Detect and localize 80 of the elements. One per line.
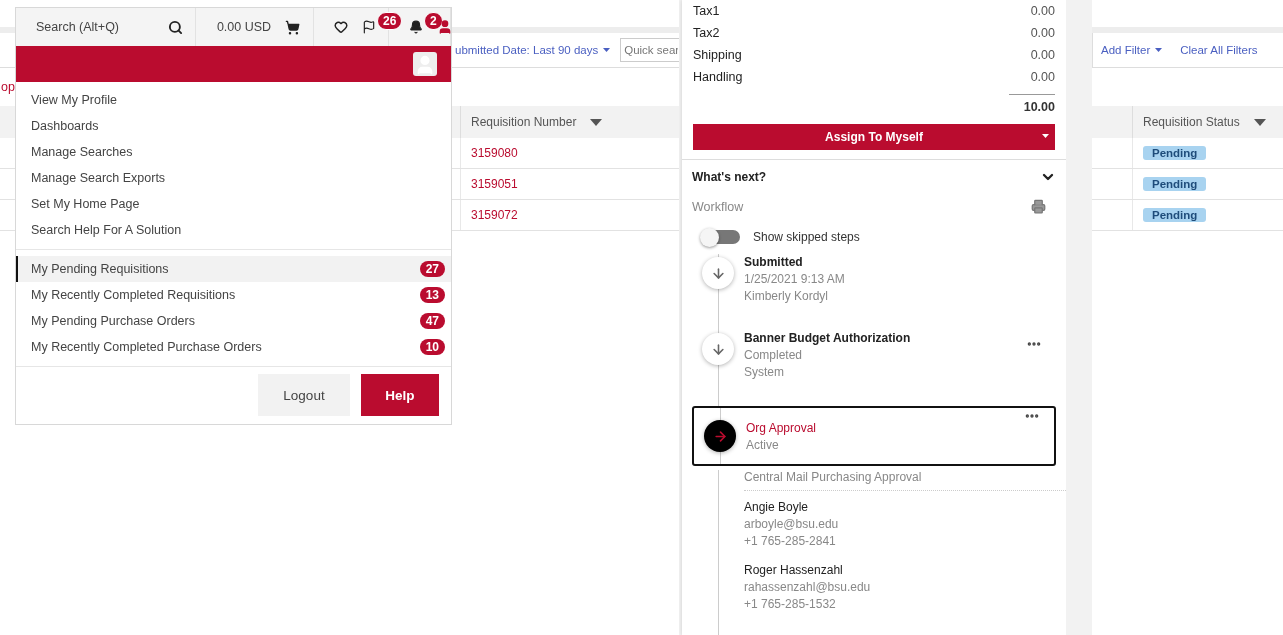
summary-label: Tax2 bbox=[693, 26, 720, 40]
whats-next-header[interactable]: What's next? bbox=[682, 159, 1066, 191]
menu-item-label: My Pending Requisitions bbox=[31, 262, 169, 276]
menu-item-label: My Pending Purchase Orders bbox=[31, 314, 195, 328]
requisition-link[interactable]: 3159051 bbox=[471, 177, 518, 191]
step-title: Submitted bbox=[744, 255, 804, 269]
flag-icon[interactable] bbox=[362, 20, 376, 34]
avatar-icon bbox=[413, 52, 437, 76]
menu-item[interactable]: Set My Home Page bbox=[16, 191, 451, 217]
logout-button[interactable]: Logout bbox=[258, 374, 350, 416]
menu-item[interactable]: Search Help For A Solution bbox=[16, 217, 451, 243]
status-tag: Pending bbox=[1143, 177, 1207, 191]
link-text[interactable]: op bbox=[1, 80, 15, 94]
bell-icon[interactable] bbox=[409, 20, 423, 34]
approver-name: Angie Boyle bbox=[744, 500, 810, 514]
approver-email: rahassenzahl@bsu.edu bbox=[744, 580, 872, 594]
menu-item[interactable]: Manage Searches bbox=[16, 139, 451, 165]
menu-item[interactable]: My Recently Completed Requisitions 13 bbox=[16, 282, 451, 308]
count-badge: 10 bbox=[419, 339, 445, 355]
caret-icon bbox=[1155, 48, 1163, 52]
summary-label: Tax1 bbox=[693, 4, 720, 18]
heart-icon[interactable] bbox=[334, 20, 348, 34]
cart-total[interactable]: 0.00 USD bbox=[216, 20, 272, 34]
step-detail: 1/25/2021 9:13 AM bbox=[744, 272, 846, 286]
quick-search-field[interactable]: Quick sear bbox=[620, 38, 679, 62]
count-badge: 47 bbox=[419, 313, 445, 329]
menu-item[interactable]: Manage Search Exports bbox=[16, 165, 451, 191]
user-icon[interactable] bbox=[437, 19, 451, 35]
caret-icon bbox=[603, 48, 611, 52]
skipped-steps-toggle[interactable] bbox=[702, 230, 740, 244]
add-filter-dropdown[interactable]: Add Filter bbox=[1101, 44, 1163, 56]
summary-label: Shipping bbox=[693, 48, 742, 62]
menu-item[interactable]: My Pending Requisitions 27 bbox=[16, 256, 451, 282]
menu-item-label: My Recently Completed Requisitions bbox=[31, 288, 236, 302]
date-filter-dropdown[interactable]: ubmitted Date: Last 90 days bbox=[455, 44, 611, 56]
count-badge: 13 bbox=[419, 287, 445, 303]
step-detail: Kimberly Kordyl bbox=[744, 289, 830, 303]
step-detail: Active bbox=[746, 437, 780, 452]
arrow-down-icon bbox=[702, 333, 734, 365]
status-tag: Pending bbox=[1143, 146, 1207, 160]
help-button[interactable]: Help bbox=[361, 374, 439, 416]
print-icon[interactable] bbox=[1031, 199, 1046, 214]
sort-caret-icon bbox=[1253, 118, 1266, 126]
caret-icon[interactable] bbox=[1042, 134, 1049, 138]
notification-badge: 26 bbox=[377, 12, 403, 30]
workflow-label: Workflow bbox=[692, 199, 744, 214]
step-title: Org Approval bbox=[746, 420, 818, 435]
clear-filters-link[interactable]: Clear All Filters bbox=[1180, 44, 1258, 56]
summary-value: 0.00 bbox=[1030, 48, 1055, 62]
search-icon[interactable] bbox=[168, 19, 183, 35]
menu-item-label: My Recently Completed Purchase Orders bbox=[31, 340, 262, 354]
summary-value: 0.00 bbox=[1030, 70, 1055, 84]
approver-name: Roger Hassenzahl bbox=[744, 563, 844, 577]
approver-phone: +1 765-285-1532 bbox=[744, 597, 837, 611]
menu-item[interactable]: View My Profile bbox=[16, 87, 451, 113]
approver-email: arboyle@bsu.edu bbox=[744, 517, 840, 531]
menu-item[interactable]: My Recently Completed Purchase Orders 10 bbox=[16, 334, 451, 360]
arrow-right-icon bbox=[704, 420, 736, 452]
summary-label: Handling bbox=[693, 70, 743, 84]
summary-value: 0.00 bbox=[1030, 26, 1055, 40]
notification-badge: 2 bbox=[424, 12, 443, 30]
requisition-link[interactable]: 3159080 bbox=[471, 146, 518, 160]
search-label[interactable]: Search (Alt+Q) bbox=[36, 20, 119, 34]
section-title: What's next? bbox=[692, 170, 767, 184]
arrow-down-icon bbox=[702, 257, 734, 289]
menu-item[interactable]: Dashboards bbox=[16, 113, 451, 139]
toggle-label: Show skipped steps bbox=[753, 230, 860, 244]
total-value: 10.00 bbox=[1009, 94, 1055, 114]
sort-caret-icon bbox=[590, 118, 603, 126]
summary-value: 0.00 bbox=[1030, 4, 1055, 18]
status-tag: Pending bbox=[1143, 208, 1207, 222]
count-badge: 27 bbox=[419, 261, 445, 277]
menu-item[interactable]: My Pending Purchase Orders 47 bbox=[16, 308, 451, 334]
step-detail: Completed bbox=[744, 348, 804, 362]
approver-phone: +1 765-285-2841 bbox=[744, 534, 837, 548]
step-detail: System bbox=[744, 365, 785, 379]
step-title: Banner Budget Authorization bbox=[744, 331, 912, 345]
cart-icon[interactable] bbox=[285, 19, 301, 35]
requisition-link[interactable]: 3159072 bbox=[471, 208, 518, 222]
assign-button[interactable]: Assign To Myself bbox=[693, 124, 1055, 150]
